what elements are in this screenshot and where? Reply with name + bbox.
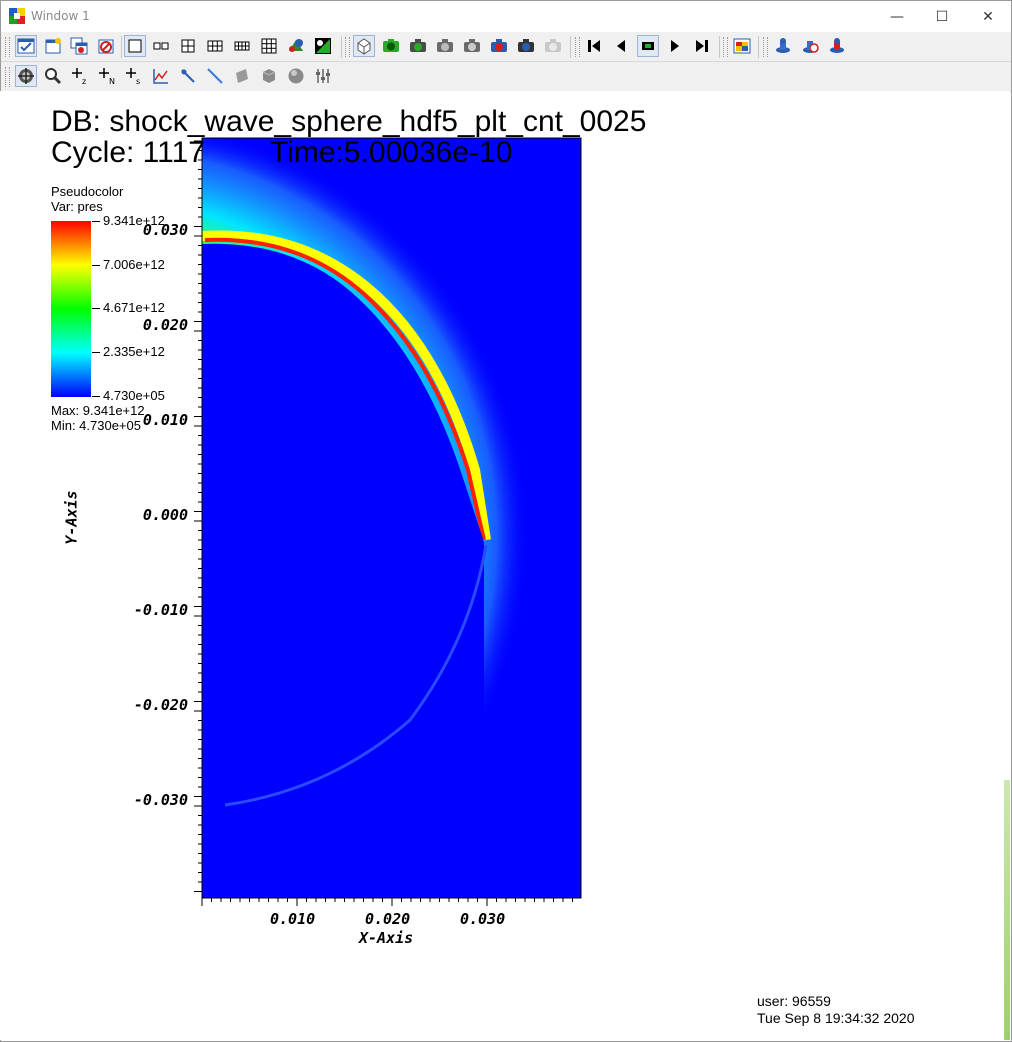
color-bar bbox=[51, 221, 91, 397]
x-axis-ticks bbox=[201, 898, 573, 906]
date-label: Tue Sep 8 19:34:32 2020 bbox=[757, 1010, 915, 1026]
legend-title: Pseudocolor bbox=[51, 184, 124, 199]
cycle-label: Cycle: 1117 bbox=[51, 136, 205, 169]
colorbar-tick: 2.335e+12 bbox=[103, 344, 165, 359]
colorbar-tick: 4.671e+12 bbox=[103, 300, 165, 315]
y-tick-label: 0.010 bbox=[142, 411, 188, 429]
x-tick-label: 0.030 bbox=[460, 910, 506, 928]
user-label: user: 96559 bbox=[757, 993, 831, 1009]
x-tick-label: 0.010 bbox=[270, 910, 316, 928]
x-axis-title: X-Axis bbox=[359, 929, 414, 947]
y-axis-ticks bbox=[194, 140, 202, 892]
y-axis-title: Y-Axis bbox=[62, 490, 81, 545]
y-tick-label: -0.020 bbox=[133, 696, 188, 714]
y-tick-label: -0.030 bbox=[133, 791, 188, 809]
desktop-background-edge bbox=[1004, 780, 1010, 1040]
y-tick-label: 0.000 bbox=[142, 506, 188, 524]
database-title: DB: shock_wave_sphere_hdf5_plt_cnt_0025 bbox=[51, 105, 647, 138]
y-tick-label: 0.020 bbox=[142, 316, 188, 334]
y-tick-label: 0.030 bbox=[142, 221, 188, 239]
x-tick-label: 0.020 bbox=[365, 910, 411, 928]
colorbar-tick: 7.006e+12 bbox=[103, 257, 165, 272]
time-label: Time:5.00036e-10 bbox=[270, 136, 513, 169]
colorbar-tick: 4.730e+05 bbox=[103, 388, 165, 403]
y-tick-label: -0.010 bbox=[133, 601, 188, 619]
legend-variable: Var: pres bbox=[51, 199, 103, 214]
